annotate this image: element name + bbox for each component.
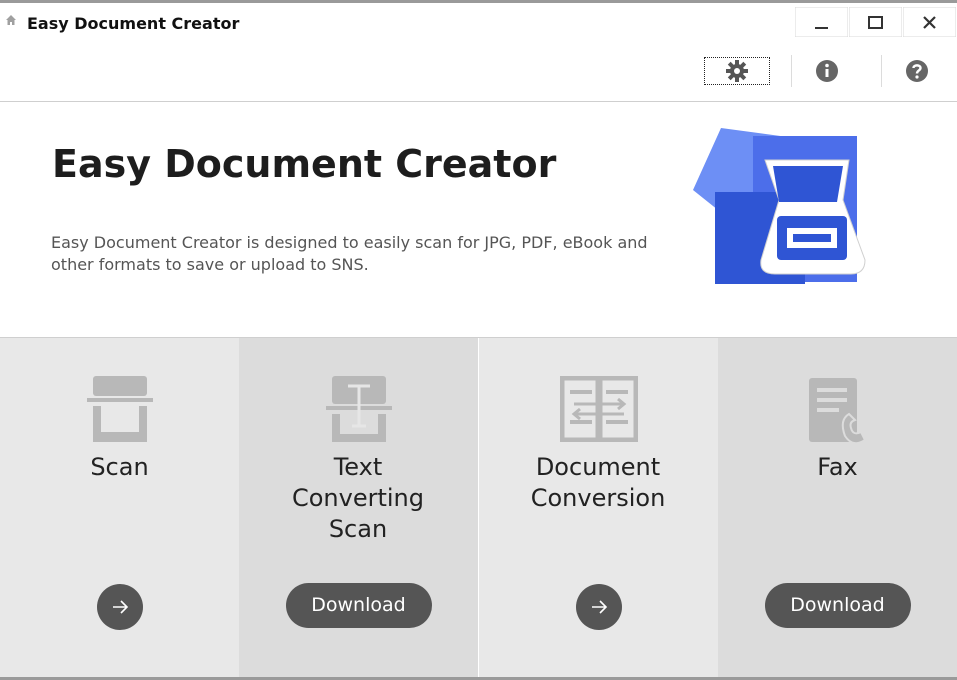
fax-download-button[interactable]: Download [764, 583, 911, 628]
scanner-document-icon [693, 128, 866, 284]
feature-document-conversion[interactable]: Document Conversion [479, 338, 718, 678]
window-title: Easy Document Creator [27, 14, 240, 33]
text-scan-download-button[interactable]: Download [285, 583, 432, 628]
settings-button[interactable] [704, 57, 770, 85]
feature-label: Scan [90, 453, 149, 481]
minimize-button[interactable] [795, 7, 848, 37]
gear-icon [726, 60, 748, 82]
arrow-right-icon [591, 600, 607, 614]
hero-description: Easy Document Creator is designed to eas… [51, 233, 648, 274]
fax-icon [808, 378, 866, 445]
toolbar [0, 37, 957, 102]
document-conversion-arrow-button[interactable] [575, 584, 622, 630]
feature-label: Fax [817, 453, 858, 481]
hero-section: Easy Document Creator Easy Document Crea… [0, 102, 957, 337]
help-icon [906, 60, 928, 82]
toolbar-separator [791, 55, 792, 87]
feature-scan[interactable]: Scan [0, 338, 239, 678]
feature-text-converting-scan[interactable]: Text Converting Scan Download [239, 338, 478, 678]
info-icon [816, 60, 838, 82]
arrow-right-icon [112, 600, 128, 614]
help-button[interactable] [884, 57, 950, 85]
hero-title: Easy Document Creator [52, 142, 557, 186]
scan-arrow-button[interactable] [96, 584, 143, 630]
document-conversion-icon [559, 376, 638, 442]
text-scan-icon [325, 376, 392, 442]
feature-label: Document Conversion [530, 453, 666, 512]
scanner-icon [86, 376, 153, 442]
feature-panels: Scan Text Converting Scan Download Docum… [0, 337, 957, 678]
close-icon [903, 7, 956, 37]
title-bar[interactable]: Easy Document Creator [0, 3, 957, 37]
minimize-icon [795, 7, 848, 37]
home-icon [6, 15, 16, 25]
toolbar-separator [881, 55, 882, 87]
feature-label: Text Converting Scan [291, 453, 424, 543]
maximize-icon [849, 7, 902, 37]
app-window: Easy Document Creator Easy Document Crea… [0, 0, 957, 680]
maximize-button[interactable] [849, 7, 902, 37]
close-button[interactable] [903, 7, 956, 37]
info-button[interactable] [794, 57, 860, 85]
feature-fax[interactable]: Fax Download [718, 338, 957, 678]
